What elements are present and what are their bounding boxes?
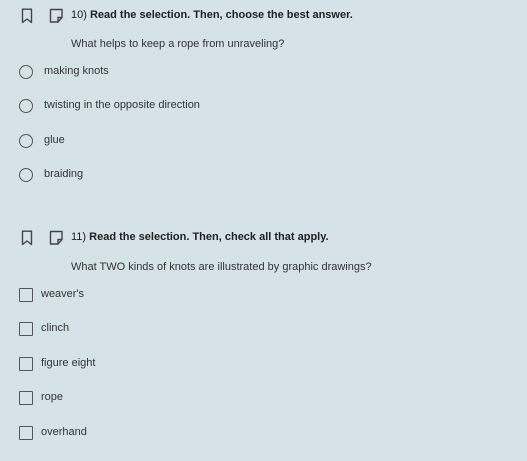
checkbox[interactable] <box>19 391 33 405</box>
answer-option[interactable]: weaver's <box>0 286 527 306</box>
answer-option[interactable]: braiding <box>0 166 527 186</box>
answer-option-label[interactable]: glue <box>44 134 65 146</box>
answer-option-label[interactable]: clinch <box>41 322 69 334</box>
question-11-title: 11) Read the selection. Then, check all … <box>71 231 329 243</box>
checkbox[interactable] <box>19 357 33 371</box>
question-11-prompt: What TWO kinds of knots are illustrated … <box>71 261 372 273</box>
radio-button[interactable] <box>19 168 33 182</box>
checkbox[interactable] <box>19 322 33 336</box>
answer-option-label[interactable]: figure eight <box>41 357 95 369</box>
question-10-title: 10) Read the selection. Then, choose the… <box>71 9 353 21</box>
answer-option-label[interactable]: making knots <box>44 65 109 77</box>
question-instruction: Read the selection. Then, choose the bes… <box>89 9 353 21</box>
bookmark-icon[interactable] <box>21 230 33 246</box>
checkbox[interactable] <box>19 426 33 440</box>
answer-option-label[interactable]: twisting in the opposite direction <box>44 99 200 111</box>
answer-option[interactable]: twisting in the opposite direction <box>0 97 527 117</box>
bookmark-icon[interactable] <box>21 8 33 24</box>
answer-option[interactable]: clinch <box>0 320 527 340</box>
checkbox[interactable] <box>19 288 33 302</box>
radio-button[interactable] <box>19 134 33 148</box>
question-10-header: 10) Read the selection. Then, choose the… <box>0 8 527 28</box>
radio-button[interactable] <box>19 99 33 113</box>
answer-option[interactable]: making knots <box>0 63 527 83</box>
answer-option-label[interactable]: overhand <box>41 426 87 438</box>
answer-option[interactable]: rope <box>0 389 527 409</box>
question-11-header: 11) Read the selection. Then, check all … <box>0 230 527 250</box>
note-icon[interactable] <box>49 8 64 24</box>
answer-option-label[interactable]: braiding <box>44 168 83 180</box>
radio-button[interactable] <box>19 65 33 79</box>
answer-option[interactable]: overhand <box>0 424 527 444</box>
note-icon[interactable] <box>49 230 64 246</box>
question-10-prompt: What helps to keep a rope from unravelin… <box>71 38 285 50</box>
answer-option[interactable]: glue <box>0 132 527 152</box>
question-number: 10) <box>71 9 87 21</box>
question-instruction: Read the selection. Then, check all that… <box>89 231 329 243</box>
question-number: 11) <box>71 231 87 243</box>
answer-option-label[interactable]: weaver's <box>41 288 84 300</box>
answer-option-label[interactable]: rope <box>41 391 63 403</box>
answer-option[interactable]: figure eight <box>0 355 527 375</box>
